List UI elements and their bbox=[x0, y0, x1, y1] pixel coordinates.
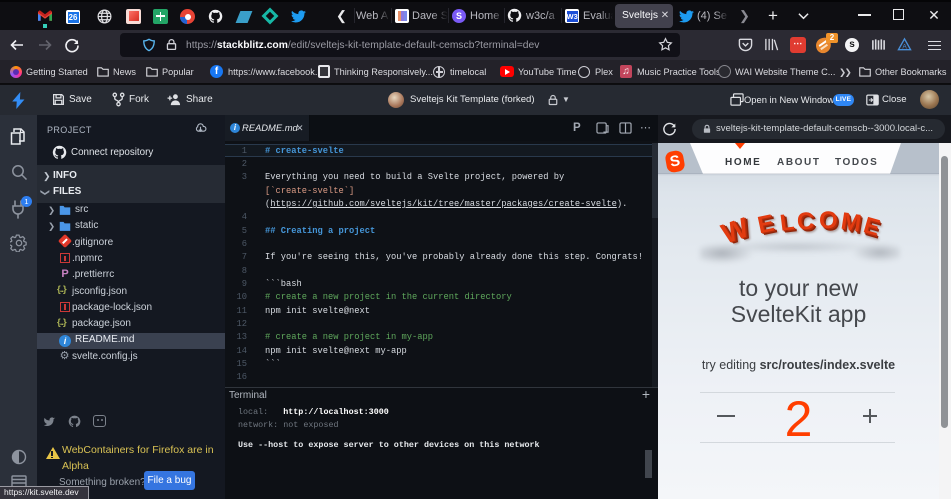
svg-text:A: A bbox=[902, 43, 907, 50]
